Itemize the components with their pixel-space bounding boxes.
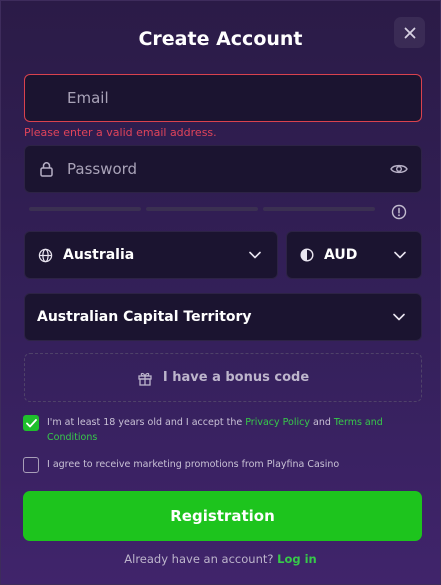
eye-icon[interactable]: [390, 163, 408, 175]
currency-select[interactable]: AUD: [286, 231, 422, 279]
country-select[interactable]: Australia: [24, 231, 278, 279]
chevron-down-icon: [249, 251, 261, 259]
marketing-text: I agree to receive marketing promotions …: [47, 459, 340, 470]
region-value: Australian Capital Territory: [37, 309, 252, 325]
terms-middle: and: [310, 417, 334, 428]
email-input[interactable]: [67, 75, 421, 121]
password-field-container: [24, 145, 422, 193]
create-account-modal: Create Account Please enter a valid emai…: [0, 0, 441, 585]
checkmark-icon: [25, 418, 37, 427]
page-title: Create Account: [138, 28, 303, 50]
terms-text: I'm at least 18 years old and I accept t…: [47, 415, 397, 445]
globe-icon: [38, 248, 53, 262]
email-field-container: [24, 74, 422, 122]
strength-segment: [29, 207, 141, 211]
lock-icon: [40, 162, 53, 177]
password-input[interactable]: [67, 146, 390, 192]
chevron-down-icon: [394, 251, 406, 259]
registration-button[interactable]: Registration: [23, 491, 422, 541]
login-link[interactable]: Log in: [277, 552, 317, 566]
registration-label: Registration: [170, 507, 275, 525]
privacy-policy-link[interactable]: Privacy Policy: [245, 417, 310, 428]
password-strength-meter: [29, 207, 375, 211]
chevron-down-icon: [393, 313, 405, 321]
bonus-code-label: I have a bonus code: [162, 370, 310, 385]
info-icon[interactable]: [391, 204, 407, 220]
country-value: Australia: [63, 247, 135, 263]
marketing-row: I agree to receive marketing promotions …: [23, 457, 397, 473]
gift-icon: [138, 372, 152, 386]
currency-icon: [300, 248, 314, 262]
terms-prefix: I'm at least 18 years old and I accept t…: [47, 417, 246, 428]
terms-checkbox[interactable]: [23, 415, 39, 431]
strength-segment: [263, 207, 375, 211]
login-prompt: Already have an account? Log in: [1, 552, 440, 566]
currency-value: AUD: [324, 247, 358, 263]
region-select[interactable]: Australian Capital Territory: [24, 293, 422, 341]
email-error-message: Please enter a valid email address.: [24, 126, 217, 139]
bonus-code-button[interactable]: I have a bonus code: [24, 353, 422, 402]
login-prompt-text: Already have an account?: [124, 552, 274, 566]
terms-row: I'm at least 18 years old and I accept t…: [23, 415, 397, 445]
marketing-checkbox[interactable]: [23, 457, 39, 473]
strength-segment: [146, 207, 258, 211]
